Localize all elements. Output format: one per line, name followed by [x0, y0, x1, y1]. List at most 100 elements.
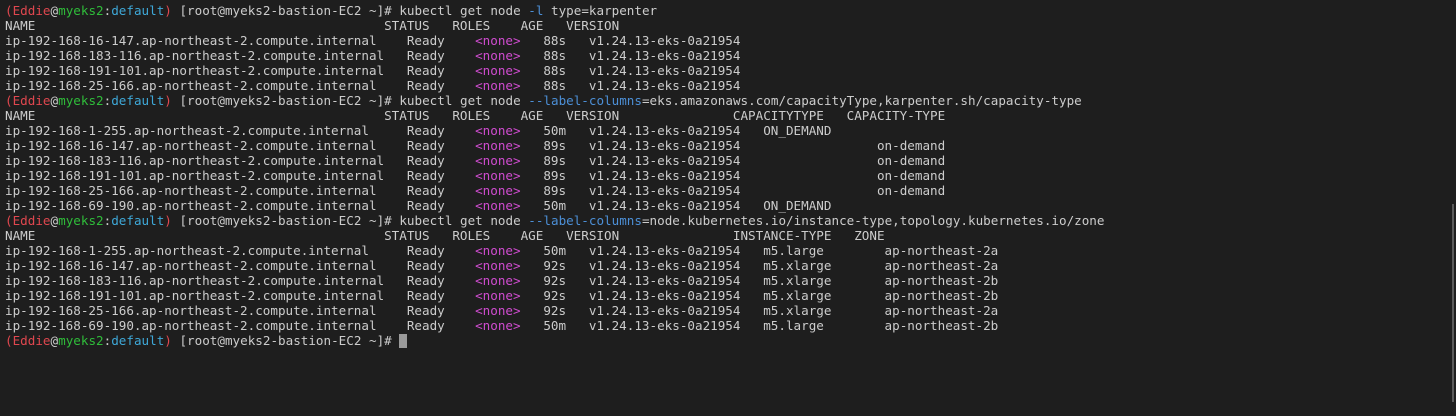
- terminal-text: =node.kubernetes.io/instance-type,topolo…: [641, 213, 1105, 228]
- terminal-line: ip-192-168-191-101.ap-northeast-2.comput…: [5, 288, 1104, 303]
- terminal-text: default: [111, 93, 165, 108]
- terminal-text: <none>: [475, 183, 521, 198]
- terminal-line: (Eddie@myeks2:default) [root@myeks2-bast…: [5, 333, 1104, 348]
- terminal-line: (Eddie@myeks2:default) [root@myeks2-bast…: [5, 93, 1104, 108]
- terminal-line: ip-192-168-191-101.ap-northeast-2.comput…: [5, 63, 1104, 78]
- terminal-text: Eddie: [12, 333, 51, 348]
- terminal-text: Eddie: [12, 3, 51, 18]
- terminal-line: ip-192-168-69-190.ap-northeast-2.compute…: [5, 198, 1104, 213]
- terminal-line: ip-192-168-25-166.ap-northeast-2.compute…: [5, 303, 1104, 318]
- terminal-text: default: [111, 333, 165, 348]
- terminal-line: ip-192-168-25-166.ap-northeast-2.compute…: [5, 78, 1104, 93]
- terminal-text: 50m v1.24.13-eks-0a21954 m5.large ap-nor…: [520, 318, 999, 333]
- terminal-text: ip-192-168-191-101.ap-northeast-2.comput…: [5, 63, 476, 78]
- terminal-text: ): [164, 333, 172, 348]
- terminal-text: ip-192-168-16-147.ap-northeast-2.compute…: [5, 33, 476, 48]
- terminal-line: ip-192-168-183-116.ap-northeast-2.comput…: [5, 48, 1104, 63]
- terminal-text: ip-192-168-25-166.ap-northeast-2.compute…: [5, 303, 476, 318]
- terminal-text: ip-192-168-1-255.ap-northeast-2.compute.…: [5, 123, 476, 138]
- terminal-text: ip-192-168-69-190.ap-northeast-2.compute…: [5, 318, 476, 333]
- terminal-text: <none>: [475, 303, 521, 318]
- terminal-text: 88s v1.24.13-eks-0a21954: [520, 48, 741, 63]
- terminal-text: ip-192-168-1-255.ap-northeast-2.compute.…: [5, 243, 476, 258]
- terminal-text: 92s v1.24.13-eks-0a21954 m5.xlarge ap-no…: [520, 258, 999, 273]
- terminal-text: 89s v1.24.13-eks-0a21954 on-demand: [520, 153, 946, 168]
- terminal-text: ): [164, 213, 172, 228]
- terminal-text: ip-192-168-16-147.ap-northeast-2.compute…: [5, 138, 476, 153]
- terminal-text: ip-192-168-183-116.ap-northeast-2.comput…: [5, 153, 476, 168]
- terminal-line: ip-192-168-16-147.ap-northeast-2.compute…: [5, 258, 1104, 273]
- terminal-line: ip-192-168-16-147.ap-northeast-2.compute…: [5, 33, 1104, 48]
- terminal-window[interactable]: (Eddie@myeks2:default) [root@myeks2-bast…: [0, 0, 1456, 416]
- scrollbar-thumb[interactable]: [1452, 204, 1454, 402]
- terminal-text: <none>: [475, 198, 521, 213]
- terminal-text: <none>: [475, 138, 521, 153]
- terminal-text: [root@myeks2-bastion-EC2 ~]# kubectl get…: [171, 3, 529, 18]
- terminal-text: <none>: [475, 123, 521, 138]
- terminal-line: ip-192-168-69-190.ap-northeast-2.compute…: [5, 318, 1104, 333]
- terminal-text: myeks2: [58, 213, 104, 228]
- terminal-text: (: [5, 213, 13, 228]
- terminal-line: ip-192-168-191-101.ap-northeast-2.comput…: [5, 168, 1104, 183]
- terminal-text: NAME STATUS ROLES AGE VERSION CAPACITYTY…: [5, 108, 946, 123]
- terminal-text: <none>: [475, 48, 521, 63]
- terminal-cursor: [399, 334, 408, 348]
- terminal-text: myeks2: [58, 3, 104, 18]
- terminal-text: @: [50, 93, 59, 108]
- scrollbar[interactable]: [1448, 0, 1456, 416]
- terminal-text: type=karpenter: [543, 3, 658, 18]
- terminal-text: -l: [528, 3, 544, 18]
- terminal-text: <none>: [475, 243, 521, 258]
- terminal-text: ip-192-168-191-101.ap-northeast-2.comput…: [5, 168, 476, 183]
- terminal-text: NAME STATUS ROLES AGE VERSION: [5, 18, 620, 33]
- terminal-text: @: [50, 213, 59, 228]
- terminal-text: <none>: [475, 168, 521, 183]
- terminal-text: 89s v1.24.13-eks-0a21954 on-demand: [520, 183, 946, 198]
- terminal-text: ip-192-168-16-147.ap-northeast-2.compute…: [5, 258, 476, 273]
- terminal-text: myeks2: [58, 93, 104, 108]
- terminal-text: ip-192-168-191-101.ap-northeast-2.comput…: [5, 288, 476, 303]
- terminal-text: =eks.amazonaws.com/capacityType,karpente…: [641, 93, 1082, 108]
- terminal-line: ip-192-168-183-116.ap-northeast-2.comput…: [5, 273, 1104, 288]
- terminal-text: <none>: [475, 318, 521, 333]
- terminal-line: (Eddie@myeks2:default) [root@myeks2-bast…: [5, 3, 1104, 18]
- terminal-text: <none>: [475, 63, 521, 78]
- terminal-text: <none>: [475, 273, 521, 288]
- terminal-line: ip-192-168-25-166.ap-northeast-2.compute…: [5, 183, 1104, 198]
- terminal-text: --label-columns: [528, 93, 642, 108]
- terminal-text: 88s v1.24.13-eks-0a21954: [520, 63, 741, 78]
- terminal-text: ip-192-168-183-116.ap-northeast-2.comput…: [5, 273, 476, 288]
- terminal-text: NAME STATUS ROLES AGE VERSION INSTANCE-T…: [5, 228, 885, 243]
- terminal-text: 92s v1.24.13-eks-0a21954 m5.xlarge ap-no…: [520, 303, 999, 318]
- terminal-text: 88s v1.24.13-eks-0a21954: [520, 78, 741, 93]
- terminal-text: default: [111, 213, 165, 228]
- terminal-output[interactable]: (Eddie@myeks2:default) [root@myeks2-bast…: [5, 3, 1104, 348]
- terminal-text: <none>: [475, 258, 521, 273]
- terminal-text: 50m v1.24.13-eks-0a21954 m5.large ap-nor…: [520, 243, 999, 258]
- terminal-text: ip-192-168-69-190.ap-northeast-2.compute…: [5, 198, 476, 213]
- terminal-text: <none>: [475, 33, 521, 48]
- terminal-text: myeks2: [58, 333, 104, 348]
- terminal-text: default: [111, 3, 165, 18]
- terminal-text: @: [50, 3, 59, 18]
- terminal-text: <none>: [475, 153, 521, 168]
- terminal-line: ip-192-168-1-255.ap-northeast-2.compute.…: [5, 123, 1104, 138]
- terminal-text: Eddie: [12, 213, 51, 228]
- terminal-text: [root@myeks2-bastion-EC2 ~]#: [171, 333, 400, 348]
- terminal-line: ip-192-168-16-147.ap-northeast-2.compute…: [5, 138, 1104, 153]
- terminal-text: Eddie: [12, 93, 51, 108]
- terminal-text: 50m v1.24.13-eks-0a21954 ON_DEMAND: [520, 198, 832, 213]
- terminal-line: NAME STATUS ROLES AGE VERSION: [5, 18, 1104, 33]
- terminal-text: ip-192-168-25-166.ap-northeast-2.compute…: [5, 78, 476, 93]
- terminal-line: (Eddie@myeks2:default) [root@myeks2-bast…: [5, 213, 1104, 228]
- terminal-line: ip-192-168-183-116.ap-northeast-2.comput…: [5, 153, 1104, 168]
- terminal-line: ip-192-168-1-255.ap-northeast-2.compute.…: [5, 243, 1104, 258]
- terminal-text: ): [164, 93, 172, 108]
- terminal-text: 89s v1.24.13-eks-0a21954 on-demand: [520, 138, 946, 153]
- terminal-text: [root@myeks2-bastion-EC2 ~]# kubectl get…: [171, 93, 529, 108]
- terminal-text: (: [5, 3, 13, 18]
- terminal-text: [root@myeks2-bastion-EC2 ~]# kubectl get…: [171, 213, 529, 228]
- terminal-line: NAME STATUS ROLES AGE VERSION CAPACITYTY…: [5, 108, 1104, 123]
- terminal-text: ip-192-168-25-166.ap-northeast-2.compute…: [5, 183, 476, 198]
- terminal-text: (: [5, 93, 13, 108]
